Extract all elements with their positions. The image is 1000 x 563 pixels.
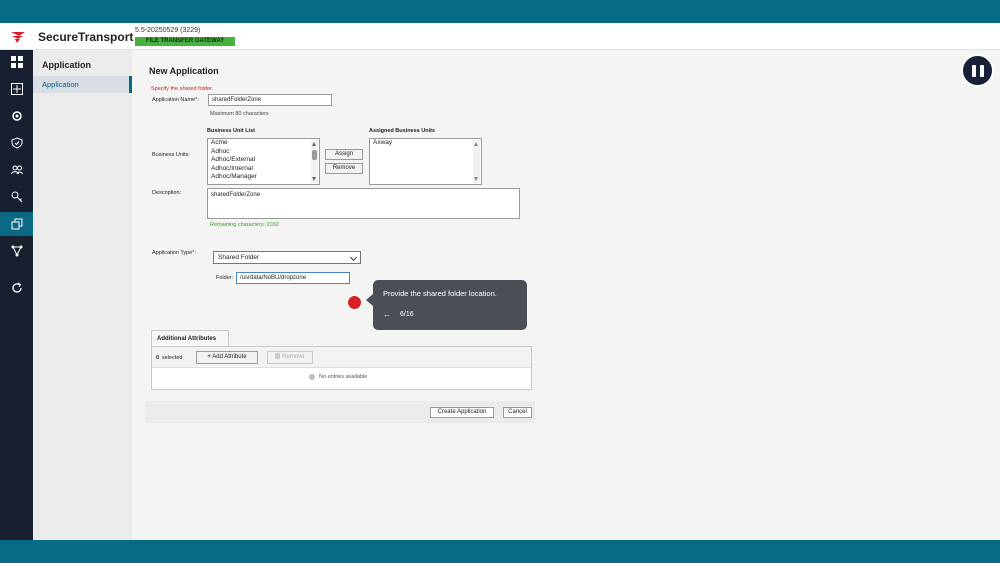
list-item[interactable]: Adhoc/Internal [208, 165, 319, 174]
assigned-scrollbar[interactable] [473, 140, 480, 183]
sub-navigation: Application Application [33, 50, 132, 540]
bottom-frame-band [0, 540, 1000, 563]
attributes-toolbar: 0 selected + Add Attribute Remove [152, 347, 531, 368]
page-title: New Application [149, 66, 219, 76]
chevron-down-icon [349, 253, 358, 262]
tooltip-text: Provide the shared folder location. [383, 289, 497, 298]
scroll-up-arrow-icon[interactable] [474, 142, 478, 146]
cancel-button[interactable]: Cancel [503, 407, 532, 418]
app-type-value: Shared Folder [218, 254, 260, 261]
list-item[interactable]: Acme [208, 139, 319, 148]
assigned-business-units-list[interactable]: Axway [369, 138, 482, 185]
assign-button[interactable]: Assign [325, 149, 363, 160]
business-units-label: Business Units: [152, 152, 190, 158]
back-arrow-icon[interactable]: ← [383, 310, 391, 319]
pause-button[interactable] [961, 54, 994, 87]
walkthrough-hotspot[interactable] [347, 295, 362, 310]
selected-label: selected [162, 355, 183, 361]
scroll-up-arrow-icon[interactable] [312, 142, 316, 146]
app-name-note: Maximum 80 characters [210, 111, 269, 117]
brand-name: SecureTransport [38, 30, 134, 44]
tooltip-step-counter: 6/16 [400, 311, 414, 318]
monitor-icon[interactable] [0, 77, 33, 101]
app-name-label: Application Name*: [152, 97, 199, 103]
bu-list-header: Business Unit List [207, 128, 255, 134]
trash-icon [275, 353, 281, 360]
additional-attributes-panel: 0 selected + Add Attribute Remove No ent… [151, 346, 532, 390]
create-application-button[interactable]: Create Application [430, 407, 494, 418]
remove-attribute-label: Remove [282, 354, 305, 360]
list-scrollbar[interactable] [311, 140, 318, 183]
pause-icon [971, 64, 976, 77]
dashboard-icon[interactable] [0, 50, 33, 74]
assigned-header: Assigned Business Units [369, 128, 436, 134]
key-icon[interactable] [0, 185, 33, 209]
subnav-item-application[interactable]: Application [33, 76, 132, 93]
shield-icon[interactable] [0, 131, 33, 155]
left-nav [0, 50, 33, 540]
version-text: 5.5-20250529 (3229) [135, 27, 201, 34]
selected-count: 0 [156, 355, 160, 361]
list-item[interactable]: Adhoc [208, 148, 319, 157]
main-content: New Application Specify the shared folde… [132, 50, 1000, 540]
scroll-down-arrow-icon[interactable] [312, 177, 316, 181]
gear-icon[interactable] [0, 104, 33, 128]
product-badge: FILE TRANSFER GATEWAY [135, 37, 235, 46]
application-icon[interactable] [0, 212, 33, 236]
subnav-title: Application [42, 60, 91, 70]
top-frame-band [0, 0, 1000, 23]
empty-state-icon [309, 374, 315, 380]
folder-label: Folder: [216, 275, 234, 281]
header-bar: SecureTransport 5.5-20250529 (3229) FILE… [0, 23, 1000, 50]
description-textarea[interactable]: sharedFolderZone [207, 188, 520, 219]
scroll-down-arrow-icon[interactable] [474, 177, 478, 181]
remove-bu-button[interactable]: Remove [325, 163, 363, 174]
add-attribute-label: Add Attribute [212, 354, 247, 360]
empty-state-text: No entries available [319, 374, 368, 380]
pause-icon [979, 64, 984, 77]
app-type-select[interactable]: Shared Folder [213, 251, 361, 264]
additional-attributes-tab[interactable]: Additional Attributes [151, 330, 229, 346]
list-item[interactable]: Adhoc/External [208, 156, 319, 165]
users-icon[interactable] [0, 158, 33, 182]
add-attribute-button[interactable]: + Add Attribute [196, 351, 258, 364]
refresh-icon[interactable] [0, 276, 33, 300]
business-unit-list[interactable]: Acme Adhoc Adhoc/External Adhoc/Internal… [207, 138, 320, 185]
app-type-label: Application Type*: [152, 250, 196, 256]
list-item[interactable]: Axway [370, 139, 481, 148]
form-hint: Specify the shared folder. [151, 86, 214, 92]
network-icon[interactable] [0, 239, 33, 263]
description-label: Description: [152, 190, 182, 196]
remaining-chars-note: Remaining characters: 2032 [210, 222, 279, 228]
app-window: SecureTransport 5.5-20250529 (3229) FILE… [0, 23, 1000, 540]
plus-icon: + [207, 354, 211, 360]
scroll-thumb[interactable] [312, 150, 317, 160]
list-item[interactable]: Adhoc/Manager [208, 173, 319, 182]
folder-input[interactable]: /usrdata/NoBU/dropzone [236, 272, 350, 284]
axway-logo-icon [11, 32, 25, 43]
app-name-input[interactable]: sharedFolderZone [208, 94, 332, 106]
walkthrough-tooltip: Provide the shared folder location. ← 6/… [366, 280, 527, 330]
remove-attribute-button[interactable]: Remove [267, 351, 313, 364]
